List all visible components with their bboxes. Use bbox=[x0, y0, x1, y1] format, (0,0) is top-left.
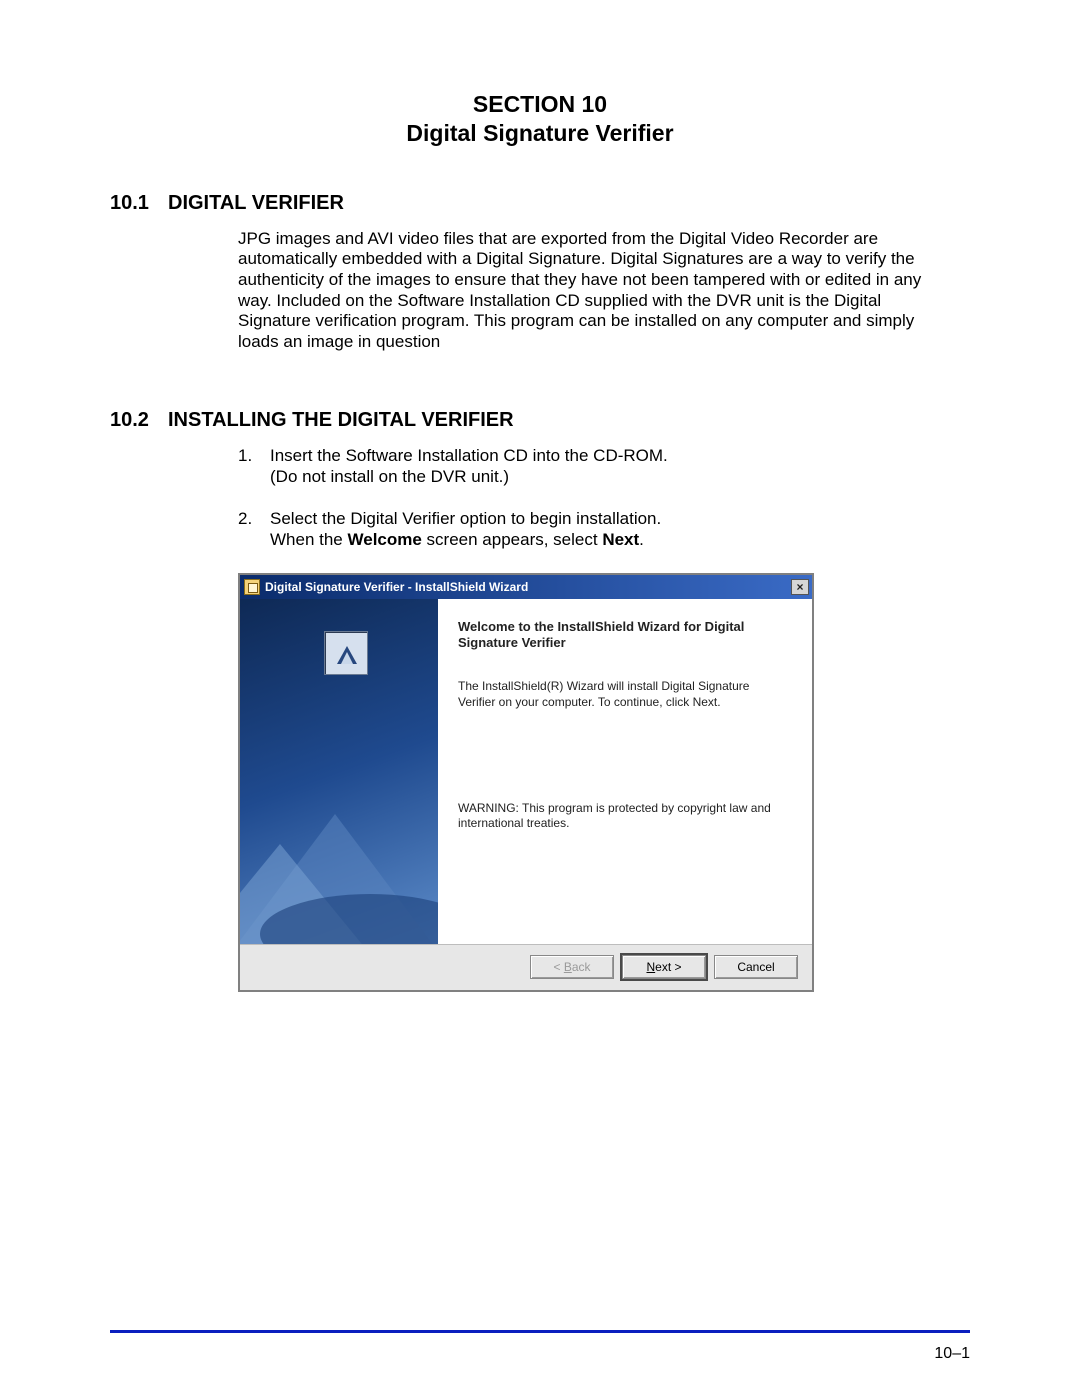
list-item: 2. Select the Digital Verifier option to… bbox=[238, 509, 930, 550]
welcome-para: The InstallShield(R) Wizard will install… bbox=[458, 679, 790, 710]
heading-text: DIGITAL VERIFIER bbox=[168, 192, 344, 215]
list-num: 1. bbox=[238, 446, 270, 487]
window-title: Digital Signature Verifier - InstallShie… bbox=[265, 580, 528, 594]
next-button[interactable]: Next > bbox=[622, 955, 706, 979]
list-line: Insert the Software Installation CD into… bbox=[270, 446, 930, 467]
section-line1: SECTION 10 bbox=[110, 90, 970, 119]
para-10-1: JPG images and AVI video files that are … bbox=[238, 229, 940, 353]
heading-10-1: 10.1 DIGITAL VERIFIER bbox=[110, 192, 970, 215]
welcome-heading: Welcome to the InstallShield Wizard for … bbox=[458, 619, 790, 652]
cancel-button[interactable]: Cancel bbox=[714, 955, 798, 979]
back-button: < Back bbox=[530, 955, 614, 979]
dialog-footer: < Back Next > Cancel bbox=[240, 944, 812, 990]
warning-text: WARNING: This program is protected by co… bbox=[458, 801, 790, 832]
close-icon[interactable]: × bbox=[791, 579, 809, 595]
heading-num: 10.1 bbox=[110, 192, 168, 215]
footer-rule bbox=[110, 1330, 970, 1333]
installshield-logo-icon bbox=[324, 631, 368, 675]
titlebar[interactable]: Digital Signature Verifier - InstallShie… bbox=[240, 575, 812, 599]
list-item: 1. Insert the Software Installation CD i… bbox=[238, 446, 930, 487]
page-number: 10–1 bbox=[934, 1345, 970, 1363]
section-title: SECTION 10 Digital Signature Verifier bbox=[110, 90, 970, 148]
app-icon bbox=[244, 579, 260, 595]
heading-text: INSTALLING THE DIGITAL VERIFIER bbox=[168, 409, 514, 432]
list-line: When the Welcome screen appears, select … bbox=[270, 530, 930, 551]
section-line2: Digital Signature Verifier bbox=[110, 119, 970, 148]
list-line: Select the Digital Verifier option to be… bbox=[270, 509, 930, 530]
heading-num: 10.2 bbox=[110, 409, 168, 432]
heading-10-2: 10.2 INSTALLING THE DIGITAL VERIFIER bbox=[110, 409, 970, 432]
list-num: 2. bbox=[238, 509, 270, 550]
wizard-hero-image bbox=[240, 599, 438, 944]
installshield-dialog: Digital Signature Verifier - InstallShie… bbox=[238, 573, 814, 992]
list-line: (Do not install on the DVR unit.) bbox=[270, 467, 930, 488]
